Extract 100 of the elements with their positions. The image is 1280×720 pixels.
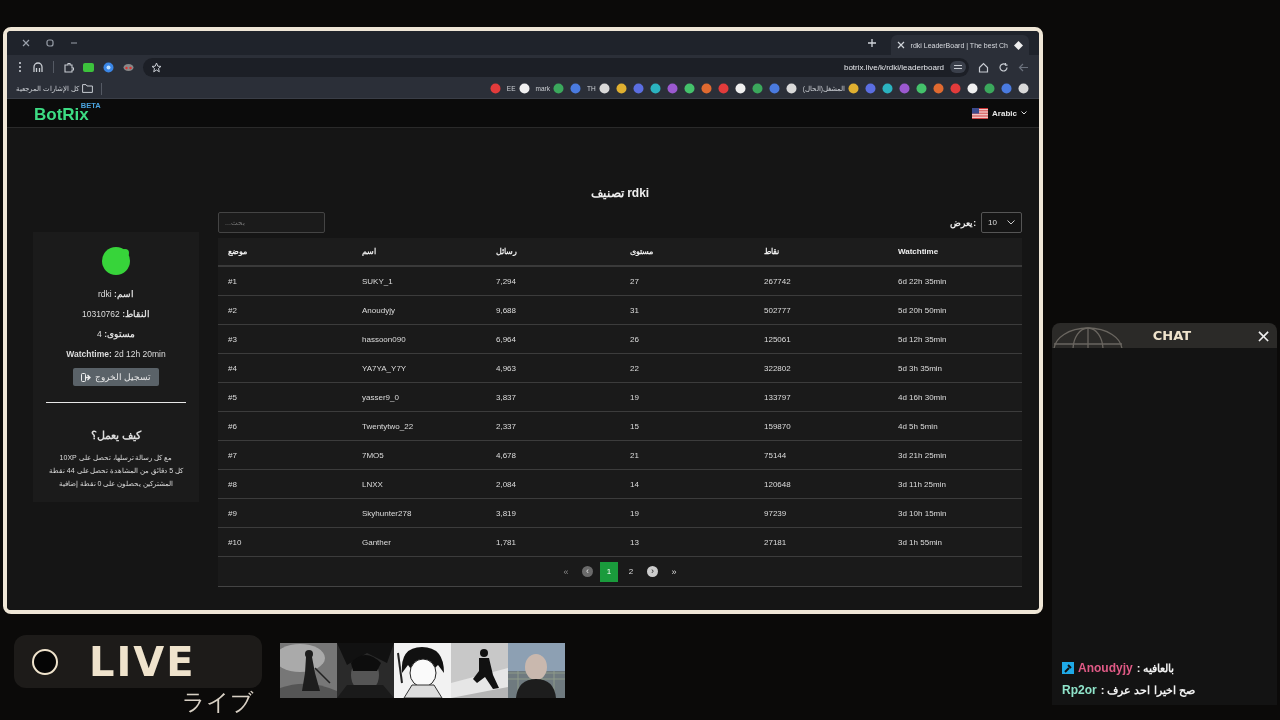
table-cell-text: 9,688 xyxy=(495,305,518,315)
table-cell-text: #8 xyxy=(227,479,238,489)
avatar xyxy=(101,246,131,276)
forward-icon[interactable] xyxy=(1018,61,1029,73)
profile-field: Watchtime: 2d 12h 20min xyxy=(66,344,166,364)
table-cell-text: 27181 xyxy=(763,537,788,547)
flag-icon xyxy=(972,107,989,119)
table-cell-text: 13 xyxy=(629,537,640,547)
bookmark-icon[interactable] xyxy=(649,83,661,94)
table-cell-text: #7 xyxy=(227,450,238,460)
bookmark-icon[interactable] xyxy=(518,83,530,94)
close-button[interactable]: × xyxy=(1249,326,1277,345)
bookmark-icon[interactable] xyxy=(967,83,978,94)
table-cell-text: 267742 xyxy=(763,276,792,286)
table-cell-text: #2 xyxy=(227,305,238,315)
page-size-select[interactable]: 10 xyxy=(981,212,1022,233)
table-cell-text: 6,964 xyxy=(495,334,518,344)
address-bar[interactable]: botrix.live/k/rdki/leaderboard xyxy=(143,57,969,77)
bookmark-icon[interactable] xyxy=(615,83,627,94)
chat-username: Rp2or xyxy=(1062,683,1097,697)
page-button[interactable]: 1 xyxy=(600,561,618,582)
logout-button[interactable]: تسجيل الخروج xyxy=(72,368,160,386)
home-icon[interactable] xyxy=(978,61,989,73)
table-cell-text: Twentytwo_22 xyxy=(361,421,415,431)
table-cell-text: 27 xyxy=(629,276,640,286)
url-text: botrix.live/k/rdki/leaderboard xyxy=(843,62,944,72)
extension-icon[interactable] xyxy=(103,61,114,73)
section-heading: كيف يعمل؟ xyxy=(91,429,141,441)
bookmark-icon[interactable] xyxy=(882,83,893,94)
bookmark-icon[interactable] xyxy=(683,83,695,94)
bookmark-icon[interactable] xyxy=(598,83,610,94)
chat-message: : صح اخيرا احد عرف xyxy=(1100,683,1195,697)
table-cell-text: 22 xyxy=(629,363,640,373)
table-cell-text: 133797 xyxy=(763,392,792,402)
reload-icon[interactable] xyxy=(998,61,1009,73)
bookmark-icon[interactable] xyxy=(734,83,746,94)
table-cell-text: Anoudyjy xyxy=(361,305,396,315)
table-cell-text: 502777 xyxy=(763,305,792,315)
site-settings-icon[interactable] xyxy=(950,61,966,73)
page-nav-button[interactable]: » xyxy=(665,562,683,581)
table-cell-text: 120648 xyxy=(763,479,792,489)
globe-drawing xyxy=(1052,324,1124,348)
table-cell-text: #10 xyxy=(227,537,243,547)
close-icon[interactable] xyxy=(896,41,905,49)
restore-icon[interactable] xyxy=(45,38,55,48)
table-cell-text: 6d 22h 35min xyxy=(897,276,948,286)
puzzle-icon[interactable] xyxy=(63,61,74,73)
table-cell-text: 31 xyxy=(629,305,640,315)
table-cell-text: 19 xyxy=(629,392,640,402)
language-selector[interactable]: Arabic xyxy=(972,107,1027,119)
page-button[interactable]: 2 xyxy=(622,562,640,581)
table-cell-text: SUKY_1 xyxy=(361,276,394,286)
table-cell-text: LNXX xyxy=(361,479,384,489)
new-tab-icon[interactable] xyxy=(866,38,877,48)
table-cell-text: 14 xyxy=(629,479,640,489)
site-icon xyxy=(1014,40,1023,50)
table-cell-text: #4 xyxy=(227,363,238,373)
profile-icon[interactable] xyxy=(32,61,44,73)
column-header: موضع xyxy=(227,247,248,256)
star-icon[interactable] xyxy=(151,61,162,73)
table-cell-text: Ganther xyxy=(361,537,392,547)
table-cell-text: 75144 xyxy=(763,450,788,460)
page-size-label: يعرض: xyxy=(950,217,977,228)
page-nav-button[interactable]: › xyxy=(647,566,658,577)
table-cell-text: 7MO5 xyxy=(361,450,385,460)
chat-title: CHAT xyxy=(1151,328,1193,343)
table-cell-text: 4d 5h 5min xyxy=(897,421,939,431)
extension-icon[interactable] xyxy=(83,62,94,72)
bookmark-icon[interactable] xyxy=(1018,83,1029,94)
table-cell-text: 3d 1h 55min xyxy=(897,537,944,547)
menu-icon[interactable] xyxy=(17,61,23,73)
table-cell-text: 19 xyxy=(629,508,640,518)
table-cell-text: 4,678 xyxy=(495,450,518,460)
column-header: رسائل xyxy=(495,247,518,256)
live-label: LIVE xyxy=(89,641,196,682)
table-cell-text: yasser9_0 xyxy=(361,392,400,402)
table-cell-text: 3,819 xyxy=(495,508,518,518)
column-header: Watchtime xyxy=(897,247,940,256)
table-cell-text: Skyhunter278 xyxy=(361,508,413,518)
bookmark-icon[interactable] xyxy=(916,83,927,94)
column-header: نقاط xyxy=(763,247,780,256)
table-cell-text: 5d 3h 35min xyxy=(897,363,944,373)
table-cell-text: 7,294 xyxy=(495,276,518,286)
table-cell-text: 2,084 xyxy=(495,479,518,489)
table-cell-text: 125061 xyxy=(763,334,792,344)
table-cell-text: hassoon090 xyxy=(361,334,407,344)
table-cell-text: 4d 16h 30min xyxy=(897,392,948,402)
table-cell-text: #3 xyxy=(227,334,238,344)
bookmark-icon[interactable] xyxy=(848,83,859,94)
table-cell-text: 3d 11h 25min xyxy=(897,479,947,489)
table-cell-text: 3,837 xyxy=(495,392,518,402)
page-title: تصنيف rdki xyxy=(589,186,651,200)
close-icon[interactable] xyxy=(21,38,31,48)
bookmark-icon[interactable] xyxy=(785,83,797,94)
logout-icon xyxy=(80,372,91,382)
table-cell-text: 21 xyxy=(629,450,640,460)
table-cell-text: 5d 12h 35min xyxy=(897,334,948,344)
table-cell-text: 15 xyxy=(629,421,640,431)
chat-username: Anoudyjy xyxy=(1078,661,1133,675)
table-cell-text: 26 xyxy=(629,334,640,344)
